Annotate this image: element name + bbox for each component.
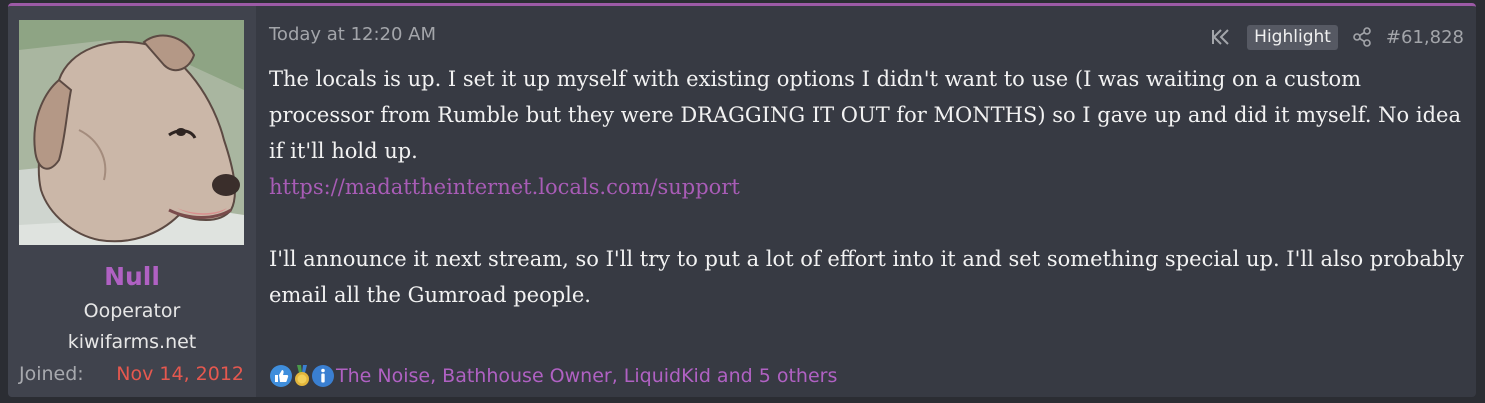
user-sidebar: Null Ooperator kiwifarms.net Joined: Nov… bbox=[8, 6, 256, 397]
reactions-bar: The Noise, Bathhouse Owner, LiquidKid an… bbox=[269, 361, 837, 391]
post-number-link[interactable]: #61,828 bbox=[1386, 27, 1464, 48]
support-link[interactable]: https://madattheinternet.locals.com/supp… bbox=[269, 175, 740, 199]
joined-date: Nov 14, 2012 bbox=[116, 363, 244, 385]
rewind-icon[interactable] bbox=[1211, 28, 1233, 46]
post-body: The locals is up. I set it up myself wit… bbox=[269, 61, 1464, 313]
highlight-button[interactable]: Highlight bbox=[1247, 24, 1338, 50]
post-paragraph: I'll announce it next stream, so I'll tr… bbox=[269, 247, 1464, 307]
reaction-icons[interactable] bbox=[269, 364, 335, 388]
user-avatar[interactable] bbox=[19, 20, 244, 245]
post-actions: Highlight #61,828 bbox=[1211, 23, 1464, 51]
share-icon[interactable] bbox=[1352, 27, 1372, 47]
info-icon bbox=[311, 364, 335, 388]
post-timestamp[interactable]: Today at 12:20 AM bbox=[269, 24, 436, 45]
user-banner: kiwifarms.net bbox=[67, 331, 197, 353]
user-title: Ooperator bbox=[83, 300, 181, 322]
forum-post: Null Ooperator kiwifarms.net Joined: Nov… bbox=[8, 3, 1476, 397]
post-paragraph: The locals is up. I set it up myself wit… bbox=[269, 67, 1461, 163]
reaction-users-link[interactable]: The Noise, Bathhouse Owner, LiquidKid an… bbox=[336, 365, 837, 387]
joined-label: Joined: bbox=[19, 363, 84, 385]
username[interactable]: Null bbox=[8, 262, 256, 291]
